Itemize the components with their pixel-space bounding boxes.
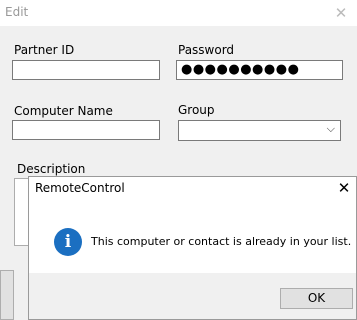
dialog-message: This computer or contact is already in y… [91, 235, 352, 248]
info-icon: i [54, 228, 82, 256]
partner-id-label: Partner ID [14, 43, 75, 57]
description-label: Description [17, 162, 86, 176]
edit-close-icon[interactable]: ✕ [330, 3, 352, 23]
password-label: Password [178, 43, 235, 57]
edit-window-title: Edit [5, 5, 29, 19]
password-input[interactable]: ●●●●●●●●●● [176, 60, 343, 80]
dialog-close-icon[interactable]: ✕ [333, 178, 355, 198]
dialog-footer: OK [29, 273, 356, 319]
partner-id-input[interactable] [12, 60, 160, 80]
password-value: ●●●●●●●●●● [181, 62, 300, 77]
chevron-down-icon[interactable]: ⌵ [327, 122, 335, 136]
group-select[interactable]: ⌵ [178, 120, 341, 141]
computer-name-input[interactable] [12, 120, 160, 140]
ok-button[interactable]: OK [280, 288, 353, 309]
message-dialog: RemoteControl ✕ i This computer or conta… [28, 176, 357, 320]
edit-titlebar: Edit ✕ [0, 0, 357, 26]
computer-name-label: Computer Name [14, 104, 113, 118]
group-label: Group [178, 103, 215, 117]
dialog-title: RemoteControl [35, 181, 125, 195]
edit-bottom-button[interactable] [0, 270, 14, 320]
